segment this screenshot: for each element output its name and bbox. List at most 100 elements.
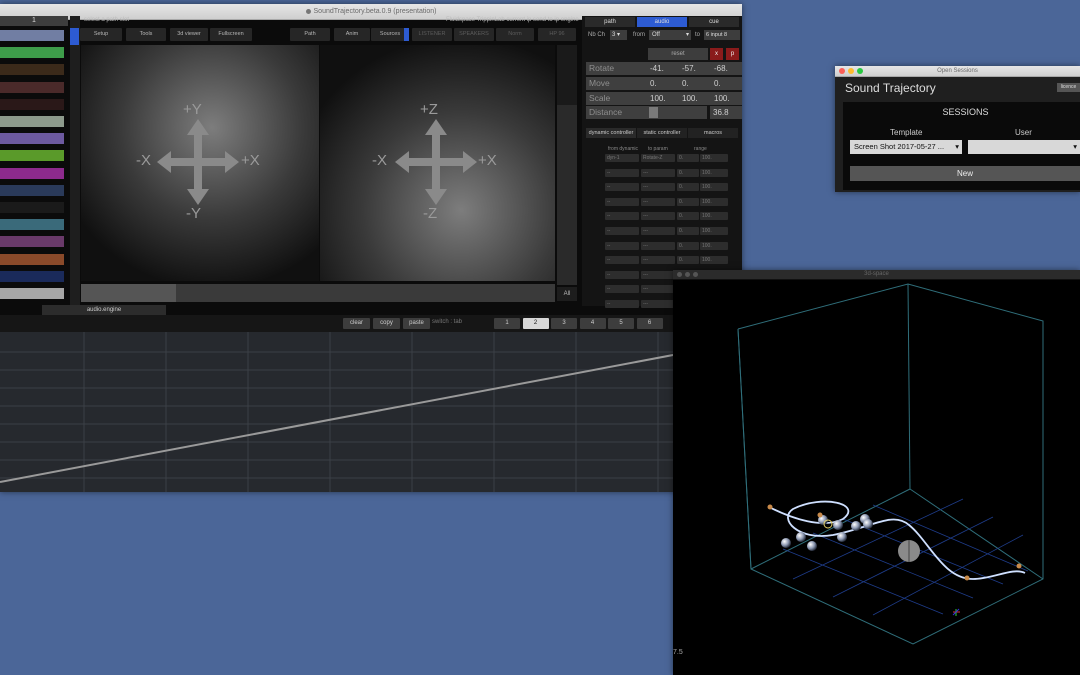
transform-value[interactable]: -57.	[679, 62, 712, 75]
color-swatch[interactable]	[0, 98, 64, 110]
sessions-titlebar[interactable]: Open Sessions	[835, 66, 1080, 77]
toolbar-button[interactable]: Fullscreen	[210, 28, 252, 41]
mapping-max[interactable]: 100.	[700, 183, 728, 192]
mapping-from-select[interactable]: --	[605, 300, 639, 308]
pad-vertical-scrollbar[interactable]	[557, 45, 577, 285]
zoom-dot-icon[interactable]	[857, 68, 863, 74]
slot-button[interactable]: 2	[522, 318, 549, 329]
distance-slider[interactable]	[647, 106, 707, 119]
toolbar-button[interactable]: Tools	[126, 28, 166, 41]
mapping-to-select[interactable]: ---	[641, 300, 675, 308]
distance-slider-knob[interactable]	[649, 107, 658, 118]
mapping-max[interactable]: 100.	[700, 212, 728, 221]
mapping-to-select[interactable]: ---	[641, 197, 675, 206]
toolbar-button[interactable]: Norm	[496, 28, 534, 41]
tab-path[interactable]: path	[585, 17, 635, 27]
color-swatch[interactable]	[0, 167, 64, 179]
scroll-thumb[interactable]	[70, 28, 79, 45]
color-swatch[interactable]	[0, 236, 64, 248]
close-red-button[interactable]: x	[710, 48, 723, 60]
nb-ch-select[interactable]: 3 ▾	[610, 30, 627, 40]
transform-value[interactable]: 0.	[679, 77, 712, 90]
zoom-dot-icon[interactable]	[693, 272, 698, 277]
user-select[interactable]: ▾	[968, 140, 1080, 154]
color-swatch[interactable]	[0, 30, 64, 41]
toolbar-button[interactable]: 3d viewer	[170, 28, 208, 41]
mapping-to-select[interactable]: ---	[641, 256, 675, 265]
mapping-min[interactable]: 0.	[677, 212, 699, 221]
mapping-min[interactable]: 0.	[677, 241, 699, 250]
mapping-min[interactable]: 0.	[677, 168, 699, 177]
color-swatch[interactable]	[0, 64, 64, 76]
toolbar-button[interactable]: Anim	[334, 28, 370, 41]
mapping-to-select[interactable]: Rotate-Z	[641, 154, 675, 162]
distance-value[interactable]: 36.8	[710, 106, 742, 119]
mapping-min[interactable]: 0.	[677, 227, 699, 235]
tab-cue[interactable]: cue	[689, 17, 739, 27]
toolbar-button[interactable]: HP 96	[538, 28, 576, 41]
mapping-from-select[interactable]: --	[605, 183, 639, 192]
mapping-from-select[interactable]: --	[605, 241, 639, 250]
template-select[interactable]: Screen Shot 2017-05-27 ... ▾	[850, 140, 962, 154]
mapping-to-select[interactable]: ---	[641, 183, 675, 192]
transform-value[interactable]: 0.	[711, 77, 742, 90]
curve-editor[interactable]	[0, 332, 742, 492]
slot-button[interactable]: 1	[494, 318, 520, 329]
mapping-to-select[interactable]: ---	[641, 227, 675, 235]
slot-button[interactable]: 5	[608, 318, 634, 329]
slot-button[interactable]: 4	[579, 318, 606, 329]
mapping-from-select[interactable]: --	[605, 212, 639, 221]
mapping-to-select[interactable]: ---	[641, 212, 675, 221]
mapping-min[interactable]: 0.	[677, 256, 699, 265]
mapping-max[interactable]: 100.	[700, 168, 728, 177]
color-swatch[interactable]	[0, 116, 64, 127]
xy-pad[interactable]: +Y -Y -X +X	[81, 45, 319, 281]
color-swatch[interactable]	[0, 202, 64, 213]
transform-value[interactable]: -41.	[647, 62, 680, 75]
mapping-max[interactable]: 100.	[700, 227, 728, 235]
from-select[interactable]: Off ▾	[649, 30, 691, 40]
color-swatch[interactable]	[0, 253, 64, 265]
toolbar-button[interactable]: Path	[290, 28, 330, 41]
controller-tab[interactable]: static controller	[637, 128, 687, 138]
mapping-from-select[interactable]: --	[605, 227, 639, 235]
all-button[interactable]: All	[557, 287, 577, 301]
transform-value[interactable]: 100.	[679, 92, 712, 105]
mapping-max[interactable]: 100.	[700, 154, 728, 162]
color-swatch[interactable]	[0, 270, 64, 282]
transform-value[interactable]: 100.	[711, 92, 742, 105]
path-slot-header[interactable]: 1	[0, 16, 68, 26]
mapping-from-select[interactable]: --	[605, 256, 639, 265]
mapping-min[interactable]: 0.	[677, 197, 699, 206]
color-swatch[interactable]	[0, 288, 64, 299]
toolbar-button[interactable]: LISTENER	[412, 28, 452, 41]
minimize-dot-icon[interactable]	[685, 272, 690, 277]
mapping-from-select[interactable]: dyn-1	[605, 154, 639, 162]
slot-button[interactable]: 3	[551, 318, 577, 329]
mapping-min[interactable]: 0.	[677, 154, 699, 162]
mapping-to-select[interactable]: ---	[641, 241, 675, 250]
mapping-max[interactable]: 100.	[700, 197, 728, 206]
color-swatch[interactable]	[0, 133, 64, 145]
transform-value[interactable]: 100.	[647, 92, 680, 105]
close-dot-icon[interactable]	[839, 68, 845, 74]
copy-button[interactable]: copy	[373, 318, 400, 329]
pad-horizontal-scrollbar[interactable]	[81, 284, 555, 302]
pad-hscroll-thumb[interactable]	[81, 284, 176, 302]
mapping-to-select[interactable]: ---	[641, 168, 675, 177]
mapping-to-select[interactable]: ---	[641, 285, 675, 294]
mapping-max[interactable]: 100.	[700, 256, 728, 265]
paste-button[interactable]: paste	[403, 318, 430, 329]
mapping-to-select[interactable]: ---	[641, 270, 675, 279]
to-select[interactable]: 6 input 8	[704, 30, 740, 40]
p-red-button[interactable]: p	[726, 48, 739, 60]
slot-button[interactable]: 6	[636, 318, 663, 329]
color-swatch[interactable]	[0, 150, 64, 162]
mapping-min[interactable]: 0.	[677, 183, 699, 192]
minimize-dot-icon[interactable]	[848, 68, 854, 74]
toolbar-button[interactable]: SPEAKERS	[454, 28, 494, 41]
curve-line[interactable]	[0, 341, 742, 483]
color-swatch[interactable]	[0, 219, 64, 231]
mapping-max[interactable]: 100.	[700, 241, 728, 250]
reset-button[interactable]: reset	[648, 48, 708, 60]
